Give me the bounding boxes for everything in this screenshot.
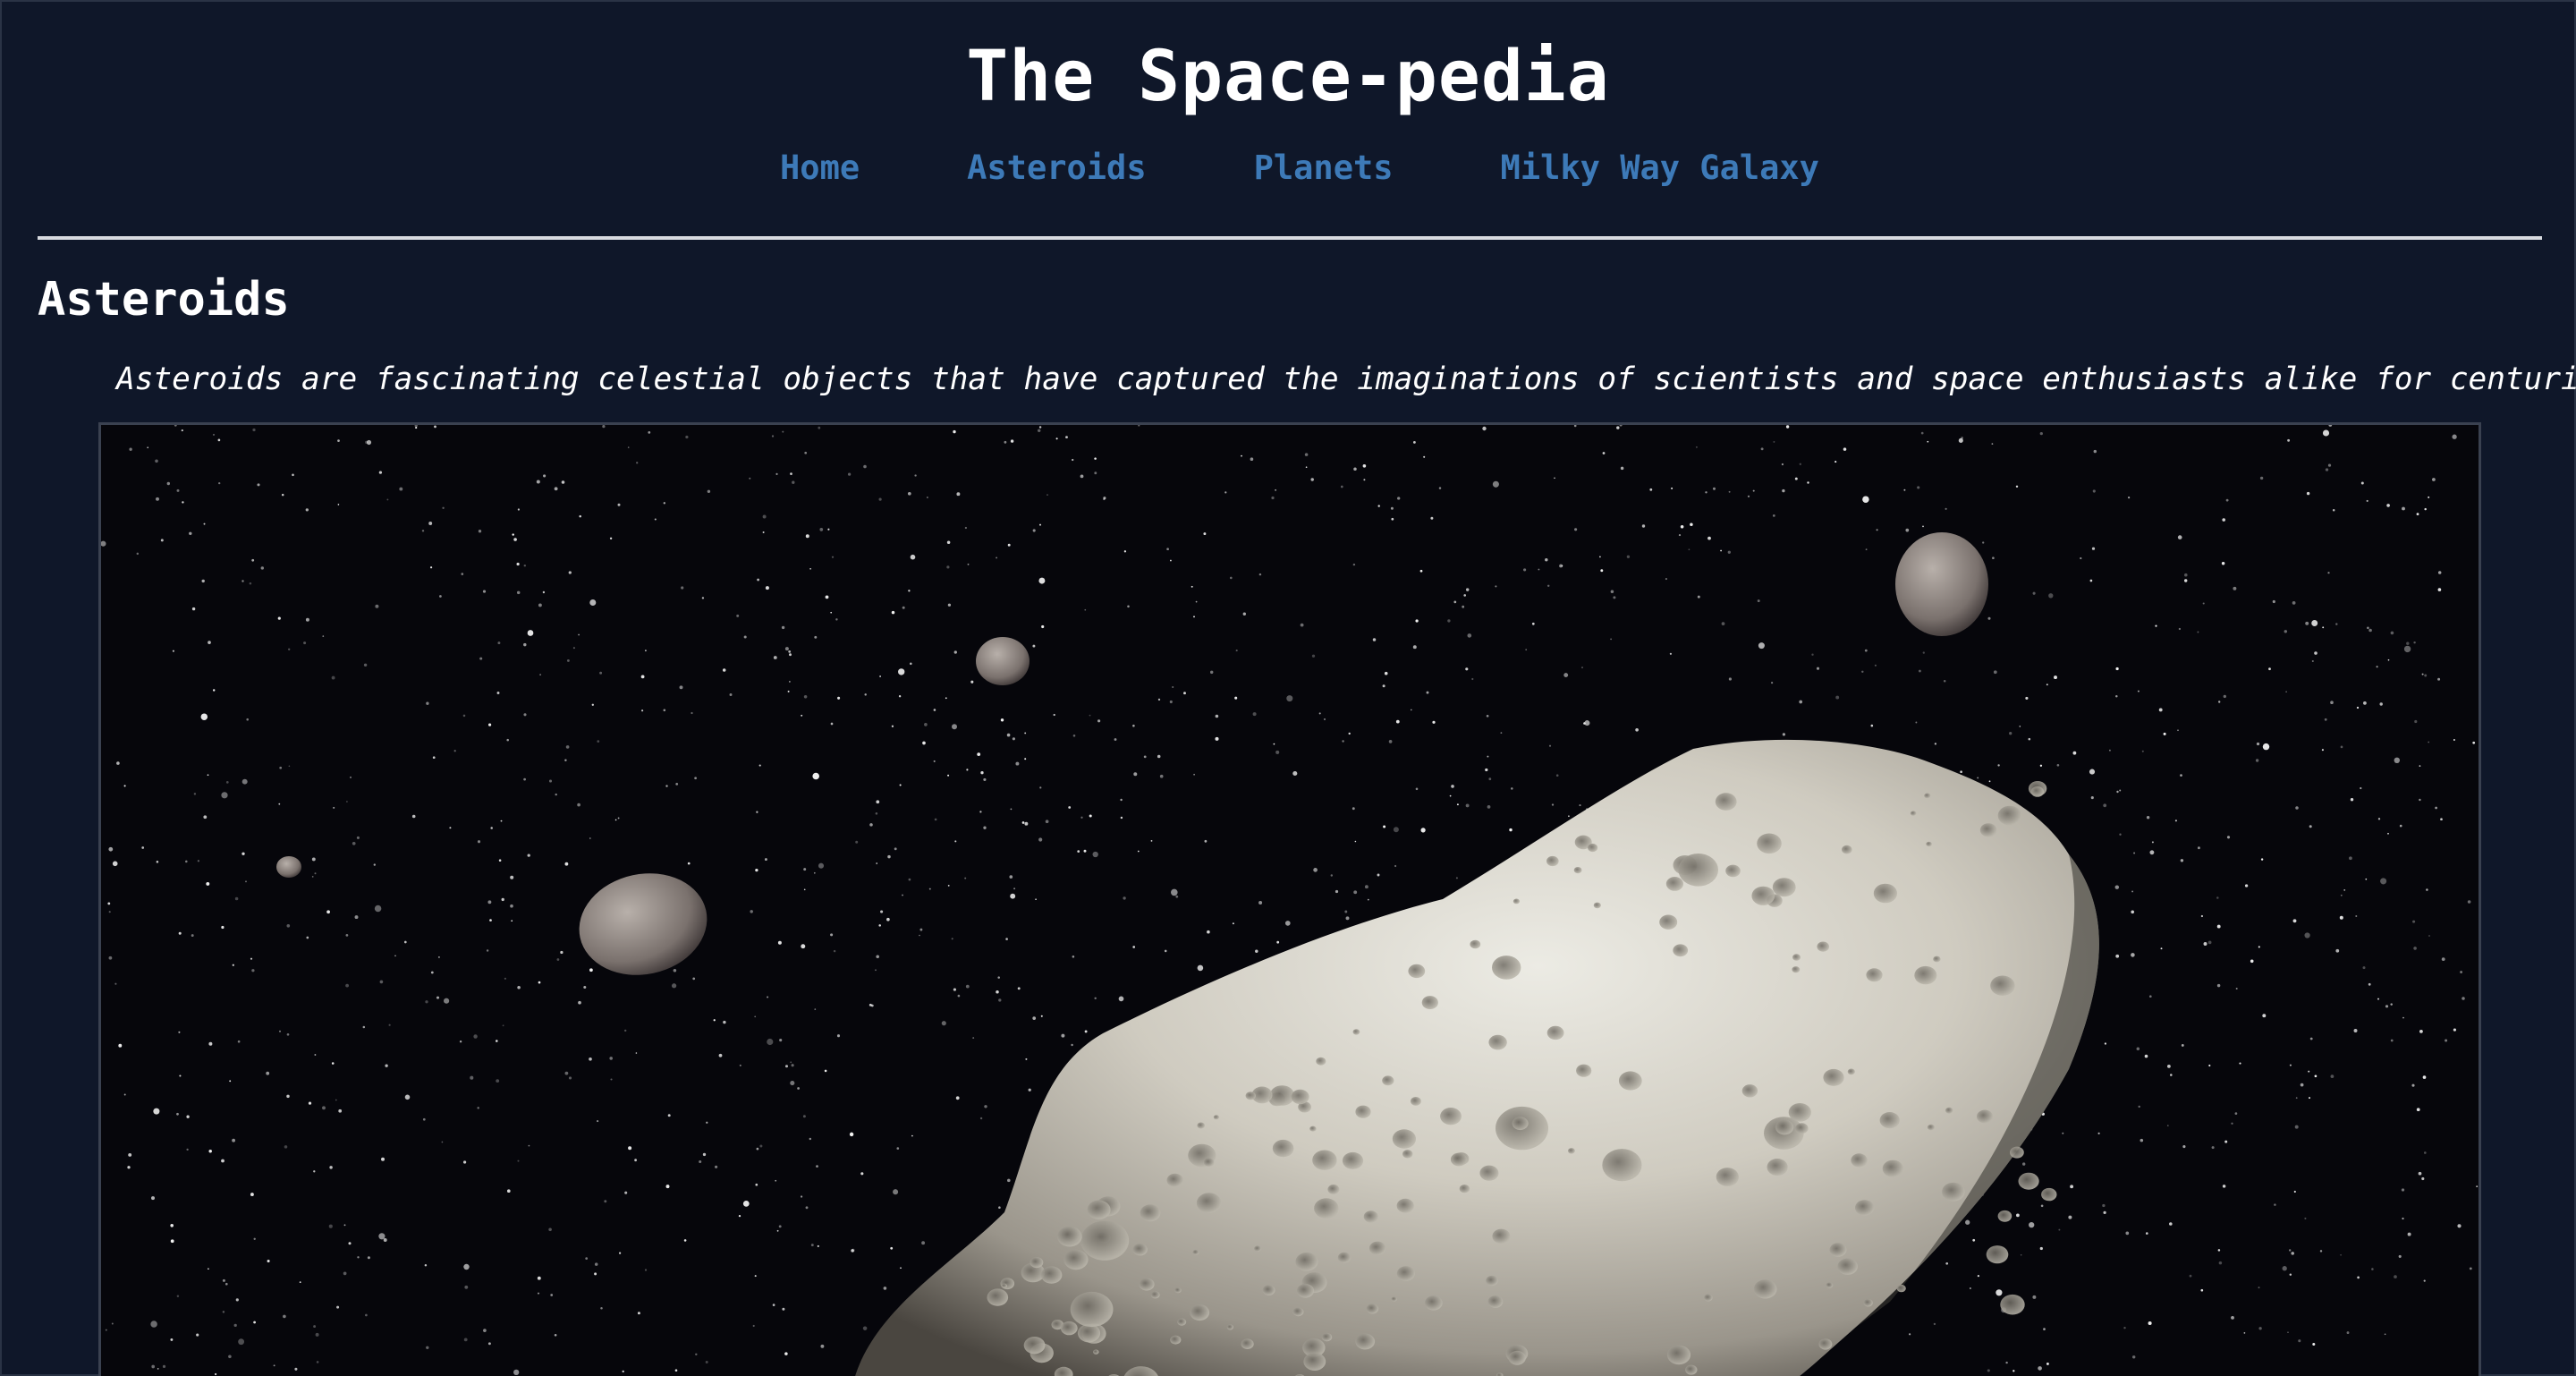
site-title: The Space-pedia [966,37,1610,117]
asteroid-illustration [101,425,2479,1376]
small-asteroid-4 [276,856,301,878]
asteroid-hero-image [98,422,2481,1376]
nav-link-home[interactable]: Home [780,145,860,191]
nav-link-asteroids[interactable]: Asteroids [967,145,1146,191]
nav-link-planets[interactable]: Planets [1254,145,1394,191]
header-divider [38,236,2542,240]
nav-link-milky-way-galaxy[interactable]: Milky Way Galaxy [1501,145,1819,191]
page: { "site": { "title": "The Space-pedia" }… [0,0,2576,1376]
small-asteroid-2 [976,637,1030,685]
intro-text: Asteroids are fascinating celestial obje… [116,361,2576,397]
main-nav: Home Asteroids Planets Milky Way Galaxy [2,145,2574,191]
section-heading: Asteroids [38,273,290,327]
small-asteroid-1 [1895,532,1988,636]
